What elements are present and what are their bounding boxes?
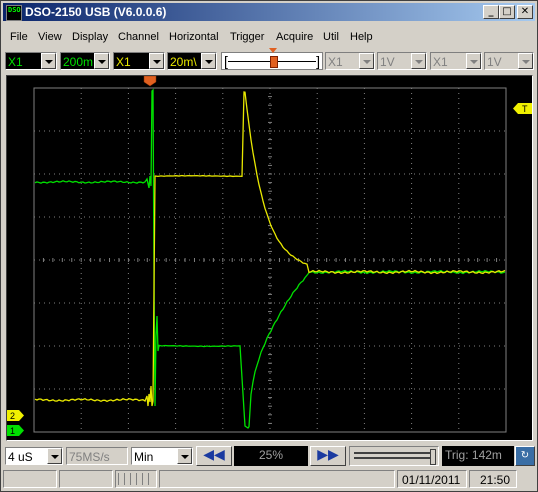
- menu-acquire[interactable]: Acquire: [276, 31, 313, 43]
- chevron-down-icon[interactable]: [518, 53, 533, 69]
- menu-util[interactable]: Util: [323, 31, 339, 43]
- sample-rate-field: 75MS/s: [66, 447, 128, 465]
- timebase-select[interactable]: 4 uS: [5, 447, 63, 465]
- status-pane-1: [3, 470, 57, 488]
- grid: [33, 87, 507, 433]
- slider-bracket-right: ]: [316, 53, 320, 69]
- window-title: DSO-2150 USB (V6.0.0.6): [25, 5, 167, 19]
- status-time-pane: 21:50: [469, 470, 517, 488]
- chevron-down-icon[interactable]: [359, 53, 374, 69]
- scope-display[interactable]: T 2 1: [6, 75, 533, 441]
- menu-file[interactable]: File: [10, 31, 28, 43]
- status-date-pane: 01/11/2011: [397, 470, 467, 488]
- ch2-marker[interactable]: 2: [7, 410, 24, 421]
- chevron-down-icon[interactable]: [41, 53, 56, 69]
- trigger-level-label: T: [522, 104, 528, 114]
- scroll-right-button[interactable]: ▶▶: [310, 446, 346, 466]
- ch3-volts-select[interactable]: 1V: [377, 52, 427, 70]
- intensity-track-2: [354, 457, 432, 459]
- app-icon[interactable]: DSO: [6, 5, 22, 21]
- status-pane-4: [159, 470, 395, 488]
- progress-ticks: [118, 473, 152, 485]
- refresh-icon[interactable]: ↻: [515, 446, 535, 466]
- ch4-probe-value: X1: [433, 55, 448, 69]
- ch3-probe-value: X1: [328, 55, 343, 69]
- close-button[interactable]: ✕: [517, 5, 533, 19]
- ch2-probe-value: X1: [116, 55, 131, 69]
- trigger-top-marker[interactable]: [143, 76, 157, 87]
- minimize-button[interactable]: _: [483, 5, 499, 19]
- ch1-marker-label: 1: [10, 426, 15, 436]
- ch2-volts-select[interactable]: 20m\: [167, 52, 217, 70]
- ch2-marker-label: 2: [10, 411, 15, 421]
- ch1-volts-value: 200m: [63, 55, 94, 69]
- ch4-volts-select[interactable]: 1V: [484, 52, 534, 70]
- title-bar[interactable]: DSO DSO-2150 USB (V6.0.0.6) _ □ ✕: [3, 3, 535, 21]
- ch3-probe-select[interactable]: X1: [325, 52, 375, 70]
- chevron-down-icon[interactable]: [466, 53, 481, 69]
- slider-thumb[interactable]: [270, 56, 278, 68]
- status-pane-2: [59, 470, 113, 488]
- scroll-left-button[interactable]: ◀◀: [196, 446, 232, 466]
- menu-help[interactable]: Help: [350, 31, 373, 43]
- trigger-position-slider[interactable]: [ ]: [221, 48, 323, 70]
- intensity-thumb[interactable]: [430, 449, 436, 465]
- menu-bar: File View Display Channel Horizontal Tri…: [3, 29, 535, 47]
- ch4-probe-select[interactable]: X1: [430, 52, 482, 70]
- sample-rate-value: 75MS/s: [69, 450, 110, 464]
- menu-display[interactable]: Display: [72, 31, 108, 43]
- menu-channel[interactable]: Channel: [118, 31, 159, 43]
- trigger-position-icon[interactable]: [143, 76, 157, 87]
- ch1-marker[interactable]: 1: [7, 425, 24, 436]
- horizontal-position-readout: 25%: [234, 446, 308, 466]
- intensity-slider[interactable]: [349, 446, 439, 466]
- status-time: 21:50: [480, 473, 511, 487]
- menu-horizontal[interactable]: Horizontal: [169, 31, 219, 43]
- status-pane-3: [115, 470, 157, 488]
- chevron-down-icon[interactable]: [94, 53, 109, 69]
- app-icon-text: DSO: [8, 6, 21, 14]
- chevron-down-icon[interactable]: [47, 448, 62, 464]
- chevron-down-icon[interactable]: [411, 53, 426, 69]
- menu-trigger[interactable]: Trigger: [230, 31, 264, 43]
- chevron-down-icon[interactable]: [177, 448, 192, 464]
- ch2-probe-select[interactable]: X1: [113, 52, 165, 70]
- ch1-volts-select[interactable]: 200m: [60, 52, 110, 70]
- ch4-volts-value: 1V: [487, 55, 502, 69]
- maximize-button[interactable]: □: [499, 5, 515, 19]
- control-row: 4 uS 75MS/s Min ◀◀ 25% ▶▶ Trig: 142m ↻: [3, 445, 537, 467]
- ch2-volts-value: 20m\: [170, 55, 197, 69]
- chevron-down-icon[interactable]: [149, 53, 164, 69]
- acquire-mode-value: Min: [134, 450, 154, 464]
- trigger-mark-icon: [269, 48, 277, 53]
- ch3-volts-value: 1V: [380, 55, 395, 69]
- ch1-probe-select[interactable]: X1: [5, 52, 57, 70]
- menu-view[interactable]: View: [38, 31, 62, 43]
- chevron-down-icon[interactable]: [201, 53, 216, 69]
- toolbar: X1 200m X1 20m\ [ ] X1 1V X1 1V: [3, 48, 537, 72]
- timebase-value: 4 uS: [8, 450, 33, 464]
- trigger-level-readout: Trig: 142m: [442, 446, 514, 466]
- ch1-probe-value: X1: [8, 55, 23, 69]
- status-date: 01/11/2011: [402, 473, 461, 487]
- app-window: DSO DSO-2150 USB (V6.0.0.6) _ □ ✕ File V…: [0, 0, 538, 492]
- trigger-level-marker[interactable]: T: [513, 103, 532, 114]
- scope-screen: T 2 1: [7, 76, 532, 436]
- status-bar: 01/11/2011 21:50: [3, 469, 537, 489]
- acquire-mode-select[interactable]: Min: [131, 447, 193, 465]
- intensity-track: [354, 452, 432, 454]
